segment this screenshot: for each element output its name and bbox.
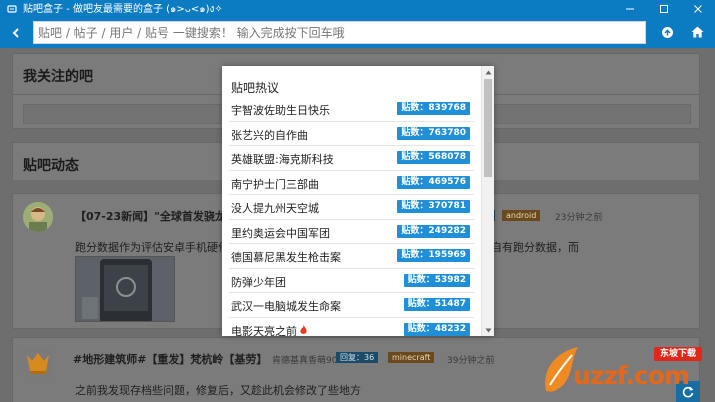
upload-icon: [661, 26, 673, 38]
feed-heading: 贴吧动态: [23, 158, 79, 174]
post-count-badge: 贴数：568078: [397, 151, 470, 164]
post-title[interactable]: 【07-23新闻】"全球首发骁龙82: [75, 208, 241, 224]
title-bar: 贴吧盒子 - 做吧友最需要的盒子 (๑>ᴗ<๑)ง✧: [0, 0, 715, 17]
minimize-button[interactable]: [613, 0, 647, 17]
topic-name: 张艺兴的自作曲: [231, 128, 308, 142]
scroll-thumb[interactable]: [484, 79, 492, 177]
hot-topics-dialog: 贴吧热议 宇智波佐助生日快乐 贴数：839768 张艺兴的自作曲 贴数：7637…: [222, 66, 494, 336]
post-count-badge: 贴数：370781: [397, 200, 470, 213]
post-count-badge: 贴数：839768: [397, 102, 470, 115]
reply-count-badge: 回复：36: [336, 352, 379, 363]
post-count-badge: 贴数：51487: [403, 298, 470, 311]
list-item[interactable]: 电影天亮之前 贴数：48232: [229, 318, 474, 337]
list-item[interactable]: 里约奥运会中国军团 贴数：249282: [229, 220, 474, 244]
avatar: [23, 347, 53, 377]
minimize-icon: [626, 8, 634, 9]
list-item[interactable]: 武汉一电脑城发生命案 贴数：51487: [229, 293, 474, 318]
list-item[interactable]: 没人提九州天空城 贴数：370781: [229, 195, 474, 220]
followed-heading: 我关注的吧: [23, 69, 93, 85]
list-item[interactable]: 张艺兴的自作曲 贴数：763780: [229, 122, 474, 146]
post-count-badge: 贴数：195969: [397, 249, 470, 262]
post-image[interactable]: [75, 256, 175, 322]
post-author[interactable]: 肯德基真香萌90: [272, 353, 337, 366]
toolbar: [0, 17, 715, 48]
watermark-text: uzzf.com: [573, 361, 690, 390]
list-item[interactable]: 防弹少年团 贴数：53982: [229, 269, 474, 293]
search-input[interactable]: [34, 22, 645, 43]
dialog-title: 贴吧热议: [231, 81, 280, 95]
close-button[interactable]: [681, 0, 715, 17]
hot-flame-icon: [300, 324, 307, 337]
scroll-up-icon: [485, 70, 491, 74]
post-text: 之前我发现存档些问题，修复后，又趁此机会修改了些地方: [75, 384, 361, 397]
list-item[interactable]: 宇智波佐助生日快乐 贴数：839768: [229, 97, 474, 122]
scroll-down-button[interactable]: [482, 324, 494, 336]
topic-name-text: 电影天亮之前: [231, 324, 297, 337]
post-count-badge: 贴数：53982: [403, 273, 470, 287]
list-item[interactable]: 德国慕尼黑发生枪击案 贴数：195969: [229, 244, 474, 269]
window-title: 贴吧盒子 - 做吧友最需要的盒子 (๑>ᴗ<๑)ง✧: [23, 4, 223, 15]
avatar: [23, 202, 53, 232]
close-icon: [694, 4, 702, 13]
topic-name: 电影天亮之前: [231, 323, 307, 337]
topic-name: 防弹少年团: [231, 275, 286, 289]
post-title[interactable]: #地形建筑师#【重发】梵杭岭【基劳】: [73, 351, 267, 367]
topic-name: 宇智波佐助生日快乐: [231, 104, 330, 117]
app-icon: [6, 3, 17, 14]
search-box: [33, 21, 646, 44]
back-button[interactable]: [7, 24, 25, 42]
watermark-logo: 东坡下载 uzzf.com: [540, 343, 715, 399]
maximize-icon: [660, 4, 668, 13]
scroll-down-icon: [485, 328, 491, 332]
post-count-badge: 贴数：48232: [403, 322, 470, 336]
post-time: 23分钟之前: [555, 213, 603, 223]
post-text-right: 自有跑分数据，而: [491, 241, 579, 254]
post-count-badge: 贴数：763780: [397, 126, 470, 140]
topic-name: 南宁护士门三部曲: [231, 177, 319, 191]
topic-name: 英雄联盟:海克斯科技: [231, 153, 334, 166]
list-item[interactable]: 南宁护士门三部曲 贴数：469576: [229, 171, 474, 195]
topic-name: 武汉一电脑城发生命案: [231, 300, 341, 313]
dialog-scrollbar[interactable]: [481, 66, 494, 336]
scroll-up-button[interactable]: [482, 66, 494, 78]
post-count-badge: 贴数：249282: [397, 224, 470, 238]
hot-topics-list: 宇智波佐助生日快乐 贴数：839768 张艺兴的自作曲 贴数：763780 英雄…: [222, 97, 481, 336]
tag-android[interactable]: android: [502, 210, 541, 221]
maximize-button[interactable]: [647, 0, 681, 17]
tag-minecraft[interactable]: minecraft: [388, 352, 435, 363]
back-icon: [12, 28, 19, 38]
home-icon: [691, 26, 703, 38]
home-button[interactable]: [689, 24, 705, 40]
topic-name: 里约奥运会中国军团: [231, 226, 330, 240]
post-text: 跑分数据作为评估安卓手机硬件: [75, 241, 229, 254]
list-item[interactable]: 英雄联盟:海克斯科技 贴数：568078: [229, 146, 474, 171]
post-time: 39分钟之前: [447, 356, 495, 366]
upload-button[interactable]: [659, 24, 675, 40]
topic-name: 德国慕尼黑发生枪击案: [231, 251, 341, 264]
topic-name: 没人提九州天空城: [231, 202, 319, 215]
watermark-badge: 东坡下载: [654, 347, 703, 361]
post-count-badge: 贴数：469576: [397, 175, 470, 189]
